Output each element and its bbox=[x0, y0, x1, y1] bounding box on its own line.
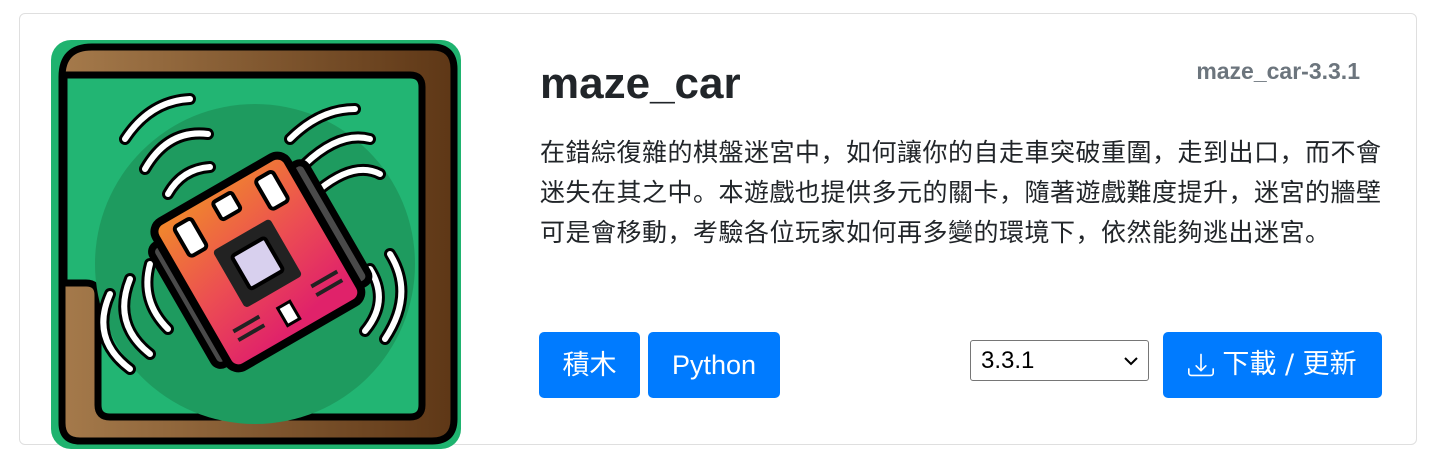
version-tag: maze_car-3.3.1 bbox=[1196, 58, 1360, 84]
package-description: 在錯綜復雜的棋盤迷宮中，如何讓你的自走車突破重圍，走到出口，而不會迷失在其之中。… bbox=[540, 138, 1382, 247]
download-label: 下載 / 更新 bbox=[1222, 349, 1357, 380]
version-select[interactable]: 3.3.1 bbox=[970, 340, 1149, 381]
download-update-button[interactable]: 下載 / 更新 bbox=[1163, 332, 1382, 398]
tag-python-button[interactable]: Python bbox=[648, 332, 780, 398]
tag-blocks-button[interactable]: 積木 bbox=[539, 332, 640, 398]
download-icon bbox=[1188, 353, 1215, 377]
chevron-down-icon bbox=[1124, 357, 1138, 366]
maze-car-thumbnail-icon bbox=[51, 40, 461, 449]
version-select-value: 3.3.1 bbox=[981, 347, 1035, 374]
package-title: maze_car bbox=[540, 59, 741, 108]
